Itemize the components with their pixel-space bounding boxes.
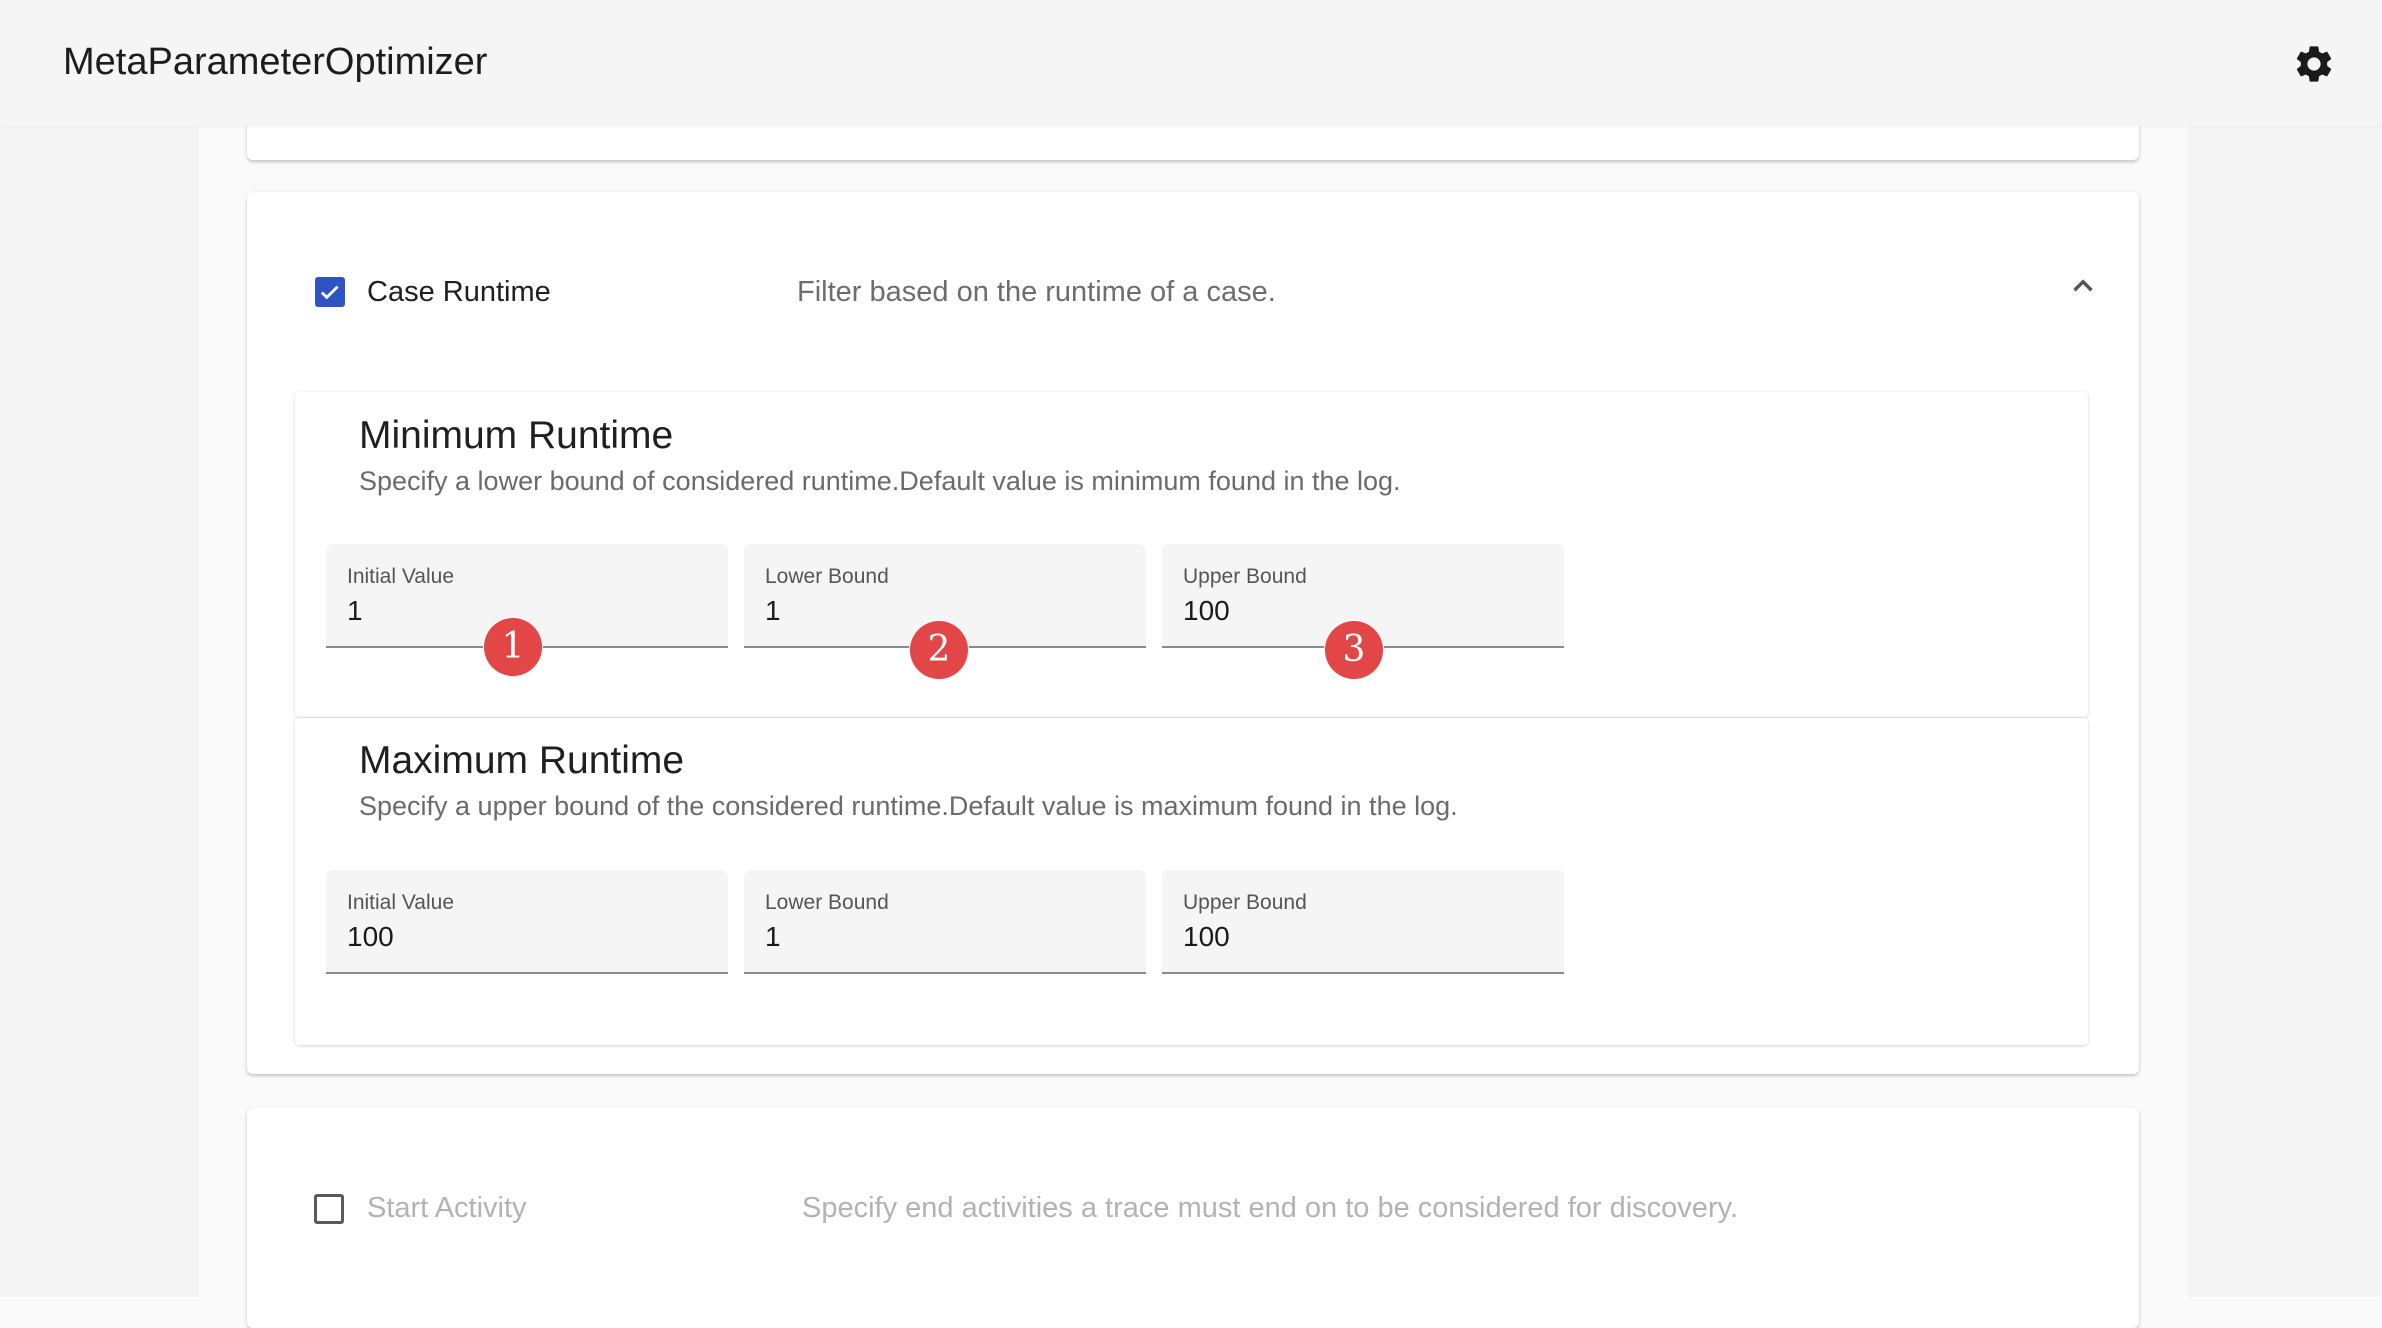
minimum-runtime-description: Specify a lower bound of considered runt…	[359, 466, 1401, 496]
maximum-runtime-heading: Maximum Runtime	[359, 739, 685, 782]
left-gutter	[0, 126, 199, 1297]
chevron-up-icon[interactable]	[2066, 269, 2100, 303]
minimum-runtime-heading: Minimum Runtime	[359, 414, 674, 457]
case-runtime-checkbox[interactable]	[315, 277, 345, 307]
field-label: Initial Value	[347, 891, 455, 914]
field-value: 1	[765, 595, 781, 626]
annotation-marker-1: 1	[484, 618, 542, 676]
maximum-runtime-card: Maximum Runtime Specify a upper bound of…	[295, 718, 2088, 1045]
maximum-runtime-description: Specify a upper bound of the considered …	[359, 791, 1458, 821]
field-value: 1	[347, 595, 363, 626]
annotation-marker-2: 2	[910, 621, 968, 679]
app-title: MetaParameterOptimizer	[63, 41, 488, 83]
field-label: Lower Bound	[765, 891, 889, 914]
field-value: 1	[765, 921, 781, 952]
field-value: 100	[1183, 921, 1230, 952]
right-gutter	[2188, 126, 2382, 1297]
field-label: Lower Bound	[765, 565, 889, 588]
case-runtime-panel: Case Runtime Filter based on the runtime…	[247, 192, 2139, 1074]
app-bar: MetaParameterOptimizer	[0, 0, 2382, 126]
field-label: Initial Value	[347, 565, 455, 588]
case-runtime-description: Filter based on the runtime of a case.	[797, 276, 1276, 308]
field-label: Upper Bound	[1183, 891, 1307, 914]
start-activity-label: Start Activity	[367, 1192, 527, 1224]
field-label: Upper Bound	[1183, 565, 1307, 588]
field-value: 100	[1183, 595, 1230, 626]
start-activity-panel: Start Activity Specify end activities a …	[247, 1108, 2139, 1328]
minimum-runtime-card: Minimum Runtime Specify a lower bound of…	[295, 392, 2088, 717]
case-runtime-label: Case Runtime	[367, 276, 551, 308]
max-lower-bound-field[interactable]: Lower Bound 1	[744, 870, 1146, 974]
check-icon	[320, 285, 339, 300]
start-activity-description: Specify end activities a trace must end …	[802, 1192, 1739, 1224]
gear-icon[interactable]	[2292, 42, 2336, 86]
field-value: 100	[347, 921, 394, 952]
max-initial-value-field[interactable]: Initial Value 100	[326, 870, 728, 974]
annotation-marker-3: 3	[1325, 621, 1383, 679]
max-upper-bound-field[interactable]: Upper Bound 100	[1162, 870, 1564, 974]
start-activity-checkbox[interactable]	[314, 1194, 344, 1224]
